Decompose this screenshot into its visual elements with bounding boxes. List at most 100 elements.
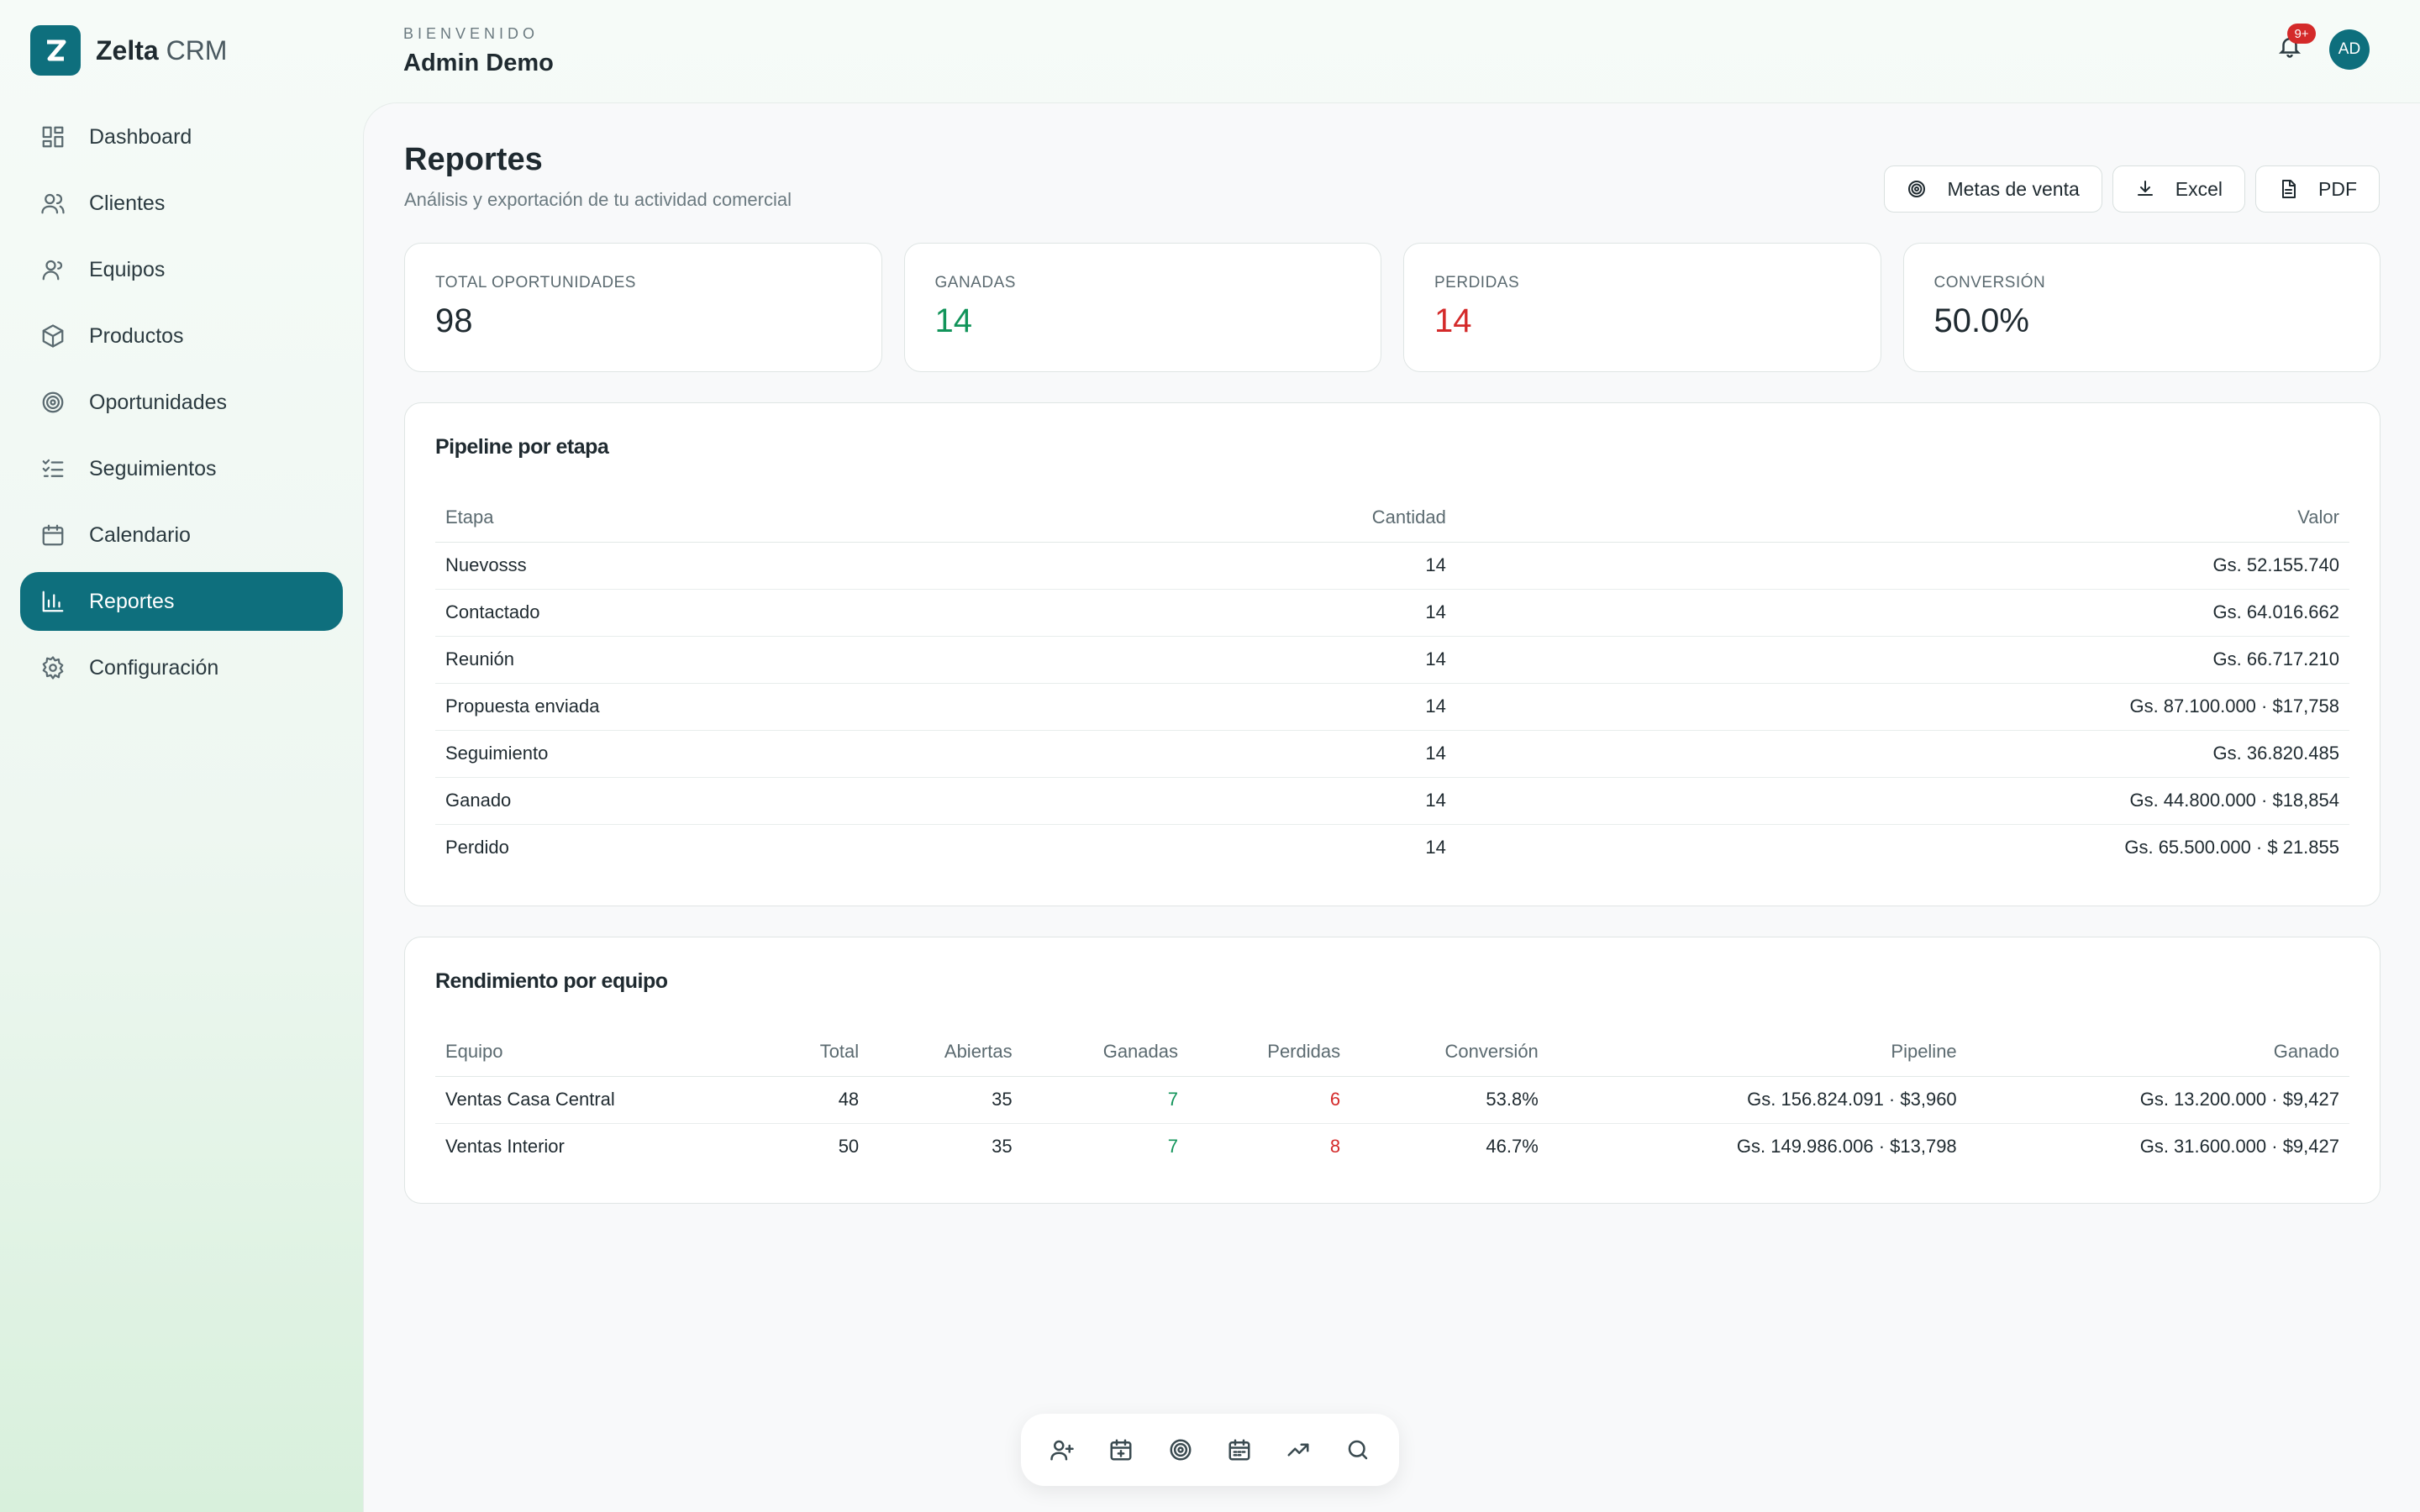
- checklist-icon: [42, 459, 64, 477]
- kpi-card-won: GANADAS 14: [903, 243, 1381, 372]
- add-client-button[interactable]: [1040, 1428, 1084, 1472]
- kpi-value: 50.0%: [1933, 302, 2029, 339]
- avatar[interactable]: AD: [2329, 29, 2370, 70]
- stage-cell: Propuesta enviada: [435, 683, 1098, 731]
- search-button[interactable]: [1336, 1428, 1380, 1472]
- export-pdf-label: PDF: [2318, 177, 2357, 200]
- calendar-icon: [1228, 1439, 1250, 1461]
- column-header-total: Total: [765, 1027, 870, 1077]
- sales-goals-button[interactable]: Metas de venta: [1884, 165, 2102, 213]
- quick-actions-dock: [1021, 1414, 1399, 1486]
- pipeline-table: Etapa Cantidad Valor Nuevosss 14 Gs. 52.15…: [435, 493, 2349, 871]
- brand[interactable]: Zelta CRM: [30, 25, 227, 76]
- kpi-label: GANADAS: [934, 274, 1016, 291]
- won-cell: 7: [1167, 1136, 1178, 1158]
- sidebar-item-equipos[interactable]: Equipos: [20, 240, 343, 299]
- stage-cell: Perdido: [445, 837, 509, 858]
- open-cell: 35: [869, 1076, 1023, 1124]
- stage-cell: Ganado: [435, 777, 1098, 825]
- download-icon: [2137, 181, 2153, 196]
- pipeline-cell: Gs. 149.986.006 · $13,798: [1736, 1136, 1957, 1158]
- export-pdf-button[interactable]: PDF: [2255, 165, 2380, 213]
- team-performance-table: Equipo Total Abiertas Ganadas Perdidas C…: [435, 1027, 2349, 1170]
- users-icon: [41, 193, 65, 214]
- sidebar-item-clientes[interactable]: Clientes: [20, 174, 343, 233]
- count-cell: 14: [1097, 636, 1456, 684]
- file-text-icon: [2282, 180, 2296, 198]
- sidebar-item-calendario[interactable]: Calendario: [20, 506, 343, 564]
- pipeline-cell: Gs. 156.824.091 · $3,960: [1548, 1076, 1967, 1124]
- won-value-cell: Gs. 13.200.000 · $9,427: [1966, 1076, 2349, 1124]
- column-header-open: Abiertas: [869, 1027, 1023, 1077]
- table-row: Seguimiento 14 Gs. 36.820.485: [435, 730, 2349, 778]
- page-title: Reportes: [404, 142, 543, 177]
- target-icon: [1908, 181, 1926, 197]
- sidebar-item-productos[interactable]: Productos: [20, 307, 343, 365]
- sidebar-item-reportes[interactable]: Reportes: [20, 572, 343, 631]
- stage-cell: Seguimiento: [435, 730, 1098, 778]
- total-cell: 48: [765, 1076, 870, 1124]
- column-header-conversion: Conversión: [1350, 1027, 1549, 1077]
- count-cell: 14: [1097, 589, 1456, 637]
- sidebar-item-configuracion[interactable]: Configuración: [20, 638, 343, 697]
- sales-goals-label: Metas de venta: [1947, 177, 2080, 200]
- zelta-logo-icon: [30, 25, 81, 76]
- brand-name: Zelta CRM: [96, 34, 228, 66]
- box-icon: [42, 324, 64, 348]
- calendar-plus-icon: [1110, 1439, 1132, 1461]
- kpi-label: CONVERSIÓN: [1933, 274, 2046, 291]
- welcome-kicker: BIENVENIDO: [403, 25, 539, 42]
- new-event-button[interactable]: [1099, 1428, 1143, 1472]
- column-header-won-value: Ganado: [1966, 1027, 2349, 1077]
- column-header-value: Valor: [1455, 493, 2349, 543]
- pipeline-card: Pipeline por etapa Etapa Cantidad Valor …: [404, 402, 2381, 906]
- stage-cell: Contactado: [435, 589, 1098, 637]
- kpi-card-total: TOTAL OPORTUNIDADES 98: [404, 243, 882, 372]
- sidebar-item-dashboard[interactable]: Dashboard: [20, 108, 343, 166]
- export-excel-label: Excel: [2175, 177, 2223, 200]
- sidebar: Zelta CRM Dashboard Clientes Equipos Pro…: [0, 0, 363, 1512]
- table-row: Ganado 14 Gs. 44.800.000 · $18,854: [435, 777, 2349, 825]
- open-cell: 35: [992, 1136, 1013, 1158]
- sidebar-item-label: Clientes: [89, 191, 166, 215]
- sidebar-item-seguimientos[interactable]: Seguimientos: [20, 439, 343, 498]
- value-cell: Gs. 66.717.210: [1455, 636, 2349, 684]
- column-header-won: Ganadas: [1022, 1027, 1188, 1077]
- sidebar-item-oportunidades[interactable]: Oportunidades: [20, 373, 343, 432]
- count-cell: 14: [1097, 730, 1456, 778]
- team-cell: Ventas Casa Central: [435, 1076, 766, 1124]
- kpi-value: 14: [1434, 302, 1472, 339]
- won-value-cell: Gs. 31.600.000 · $9,427: [2139, 1136, 2339, 1158]
- sidebar-item-label: Equipos: [89, 257, 166, 281]
- main-panel: Reportes Análisis y exportación de tu ac…: [363, 102, 2420, 1512]
- table-row: Propuesta enviada 14 Gs. 87.100.000 · $17,…: [435, 683, 2349, 731]
- kpi-value: 98: [435, 302, 473, 339]
- kpi-card-conversion: CONVERSIÓN 50.0%: [1902, 243, 2381, 372]
- team-performance-card: Rendimiento por equipo Equipo Total Abie…: [404, 937, 2381, 1204]
- team-cell: Ventas Interior: [445, 1136, 565, 1158]
- new-opportunity-button[interactable]: [1159, 1428, 1202, 1472]
- kpi-label: PERDIDAS: [1434, 274, 1520, 291]
- lost-cell: 8: [1329, 1136, 1341, 1158]
- target-icon: [1170, 1439, 1192, 1461]
- sidebar-item-label: Dashboard: [89, 124, 192, 149]
- team-performance-title: Rendimiento por equipo: [435, 969, 668, 993]
- kpi-card-lost: PERDIDAS 14: [1403, 243, 1881, 372]
- sidebar-item-label: Seguimientos: [89, 456, 217, 480]
- value-cell: Gs. 44.800.000 · $18,854: [1455, 777, 2349, 825]
- export-excel-button[interactable]: Excel: [2112, 165, 2245, 213]
- search-icon: [1348, 1440, 1368, 1460]
- table-row: Nuevosss 14 Gs. 52.155.740: [435, 542, 2349, 590]
- pipeline-title: Pipeline por etapa: [435, 435, 609, 459]
- count-cell: 14: [1097, 683, 1456, 731]
- gear-icon: [42, 656, 64, 680]
- page-subtitle: Análisis y exportación de tu actividad c…: [404, 189, 792, 210]
- trends-button[interactable]: [1276, 1428, 1320, 1472]
- bar-chart-icon: [42, 591, 64, 612]
- column-header-count: Cantidad: [1097, 493, 1456, 543]
- conversion-cell: 53.8%: [1350, 1076, 1549, 1124]
- value-cell: Gs. 52.155.740: [1455, 542, 2349, 590]
- calendar-button[interactable]: [1218, 1428, 1261, 1472]
- table-row: Contactado 14 Gs. 64.016.662: [435, 589, 2349, 637]
- won-cell: 7: [1022, 1076, 1188, 1124]
